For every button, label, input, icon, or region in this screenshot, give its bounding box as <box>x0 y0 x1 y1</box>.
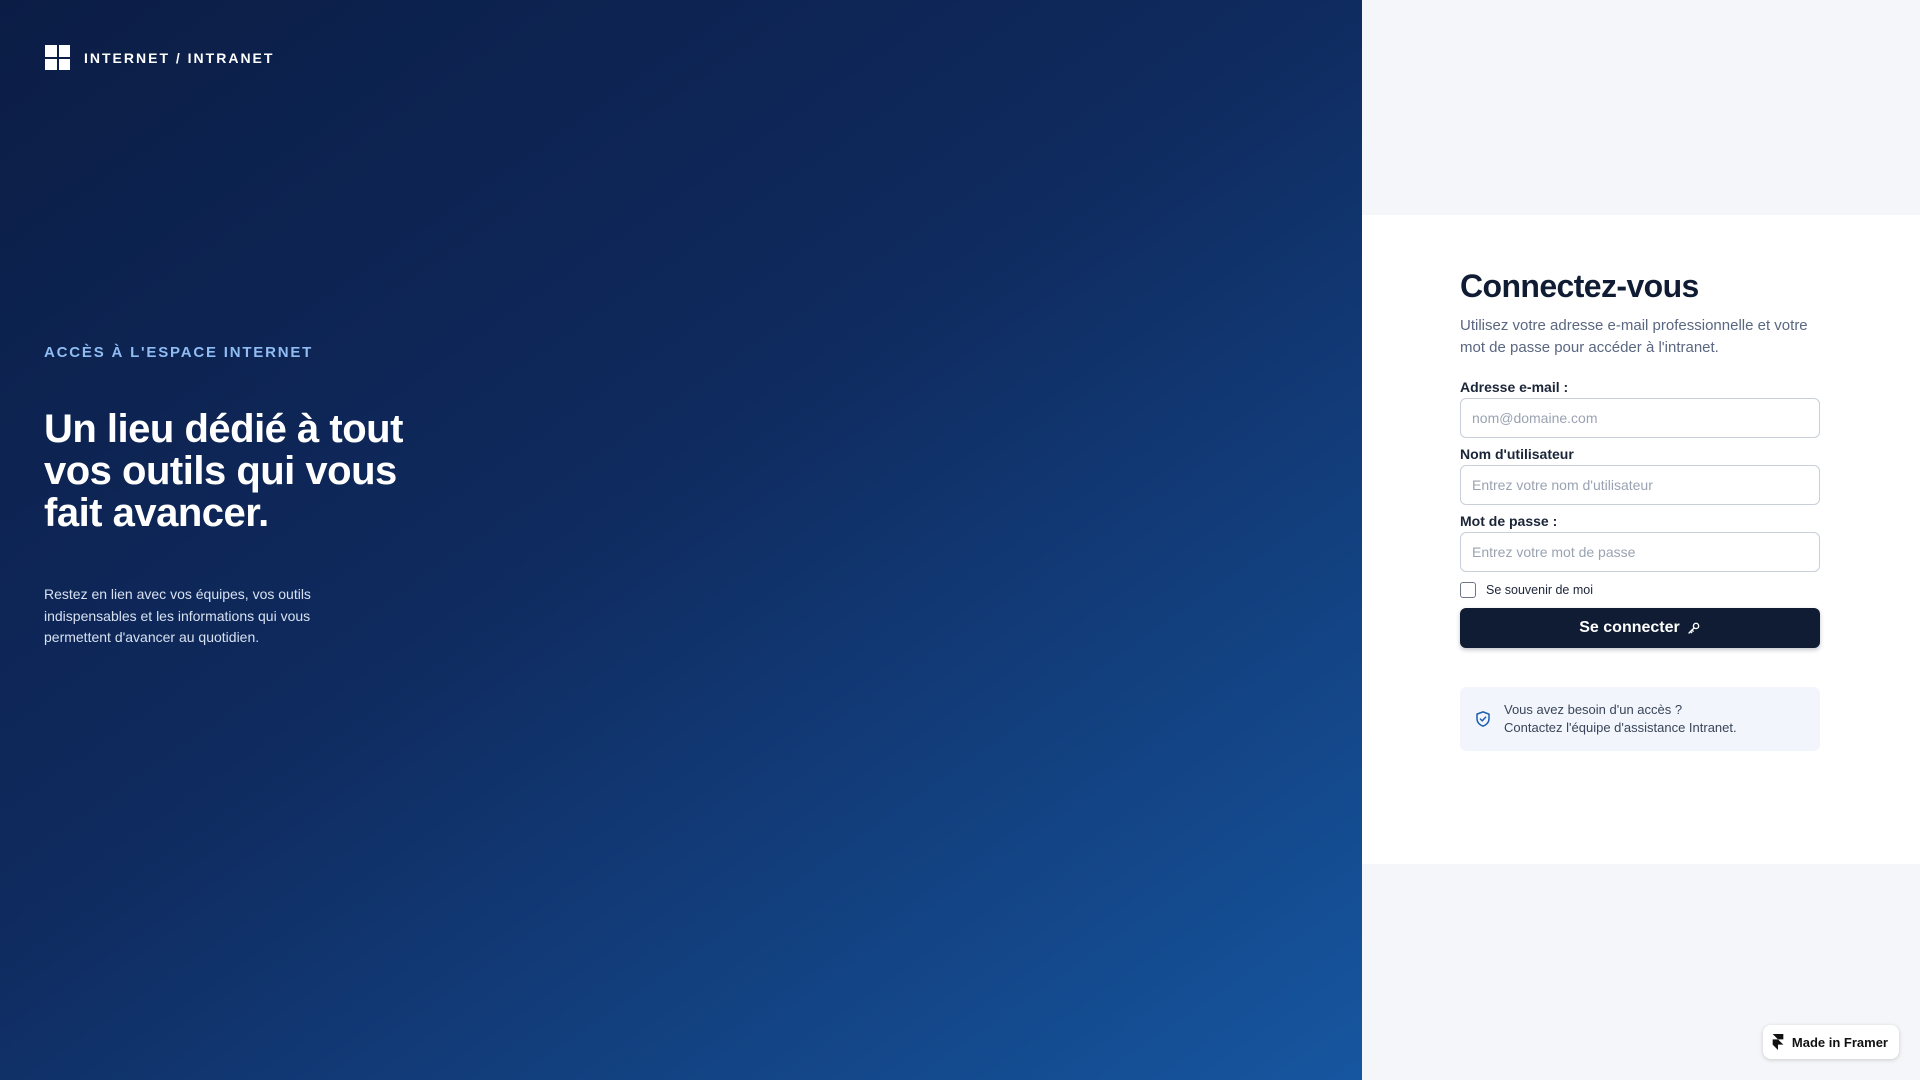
framer-badge-label: Made in Framer <box>1791 1034 1888 1050</box>
login-subtitle: Utilisez votre adresse e-mail profession… <box>1460 317 1808 356</box>
login-title: Connectez-vous <box>1460 268 1699 304</box>
email-input[interactable] <box>1460 398 1820 438</box>
key-icon <box>1687 621 1701 635</box>
help-line-2[interactable]: Contactez l'équipe d'assistance Intranet… <box>1504 719 1737 737</box>
hero-panel: INTERNET / INTRANET ACCÈS À L'ESPACE INT… <box>0 0 1362 1080</box>
remember-me: Se souvenir de moi <box>1460 582 1820 598</box>
login-button[interactable]: Se connecter <box>1460 608 1820 648</box>
windows-grid-icon <box>45 45 70 70</box>
username-field-group: Nom d'utilisateur <box>1460 446 1820 505</box>
help-box: Vous avez besoin d'un accès ? Contactez … <box>1460 687 1820 751</box>
remember-label[interactable]: Se souvenir de moi <box>1486 583 1593 597</box>
password-label: Mot de passe : <box>1460 513 1558 529</box>
username-input[interactable] <box>1460 465 1820 505</box>
brand-name: INTERNET / INTRANET <box>84 49 275 66</box>
brand[interactable]: INTERNET / INTRANET <box>45 45 274 70</box>
help-line-1: Vous avez besoin d'un accès ? <box>1504 702 1683 717</box>
username-label: Nom d'utilisateur <box>1460 446 1574 462</box>
hero-headline: Un lieu dédié à tout vos outils qui vous… <box>44 407 403 535</box>
login-button-label: Se connecter <box>1579 619 1680 636</box>
help-text: Vous avez besoin d'un accès ? Contactez … <box>1504 701 1737 737</box>
email-field-group: Adresse e-mail : <box>1460 379 1820 438</box>
framer-badge[interactable]: Made in Framer <box>1762 1025 1899 1059</box>
framer-icon <box>1772 1034 1784 1050</box>
remember-checkbox[interactable] <box>1460 582 1476 598</box>
page: INTERNET / INTRANET ACCÈS À L'ESPACE INT… <box>0 0 1920 1080</box>
password-input[interactable] <box>1460 532 1820 572</box>
login-form: Connectez-vous Utilisez votre adresse e-… <box>1460 265 1820 751</box>
password-field-group: Mot de passe : <box>1460 513 1820 572</box>
hero-description: Restez en lien avec vos équipes, vos out… <box>44 586 311 645</box>
login-card: Connectez-vous Utilisez votre adresse e-… <box>1362 215 1920 864</box>
hero-eyebrow: ACCÈS À L'ESPACE INTERNET <box>44 344 314 361</box>
shield-check-icon <box>1474 710 1492 728</box>
email-label: Adresse e-mail : <box>1460 379 1569 395</box>
